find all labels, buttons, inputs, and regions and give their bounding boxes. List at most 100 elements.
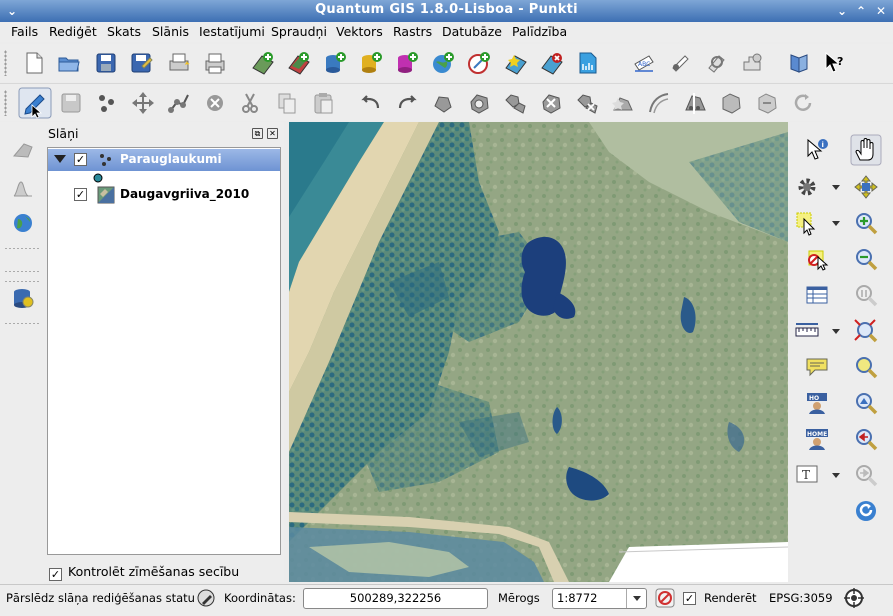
database-icon[interactable]	[10, 285, 36, 311]
zoom-last-icon[interactable]	[853, 426, 879, 452]
merge-selected-icon[interactable]	[718, 90, 744, 116]
redo-icon[interactable]	[394, 90, 420, 116]
menu-plugins[interactable]: Spraudņi	[271, 24, 327, 39]
spell-check-icon[interactable]: ABC	[631, 50, 657, 76]
identify-features-icon[interactable]: i	[804, 136, 830, 162]
zoom-to-selection-icon[interactable]	[853, 390, 879, 416]
show-bookmarks-icon[interactable]: HOME	[804, 426, 830, 452]
menu-file[interactable]: Fails	[11, 24, 38, 39]
reshape-features-icon[interactable]	[610, 90, 636, 116]
add-wfs-layer-icon[interactable]	[466, 50, 492, 76]
digitize-icon[interactable]	[10, 136, 36, 162]
zoom-full-icon[interactable]	[853, 318, 879, 344]
delete-ring-icon[interactable]	[538, 90, 564, 116]
menu-settings[interactable]: Iestatījumi	[199, 24, 265, 39]
new-gpx-layer-icon[interactable]	[575, 50, 601, 76]
menu-help[interactable]: Palīdzība	[512, 24, 567, 39]
undo-icon[interactable]	[358, 90, 384, 116]
add-feature-icon[interactable]	[94, 90, 120, 116]
coordinates-field[interactable]: 500289,322256	[303, 588, 488, 609]
render-checkbox[interactable]: ✓	[683, 592, 696, 605]
open-project-icon[interactable]	[56, 50, 82, 76]
stop-render-icon[interactable]	[655, 588, 675, 608]
add-mssql-layer-icon[interactable]	[394, 50, 420, 76]
save-as-icon[interactable]	[128, 50, 154, 76]
map-canvas[interactable]	[289, 122, 788, 582]
control-render-order[interactable]: ✓ Kontrolēt zīmēšanas secību	[49, 564, 239, 581]
toolbar-grip[interactable]	[4, 90, 7, 116]
add-wms-layer-icon[interactable]	[430, 50, 456, 76]
menu-layer[interactable]: Slānis	[152, 24, 189, 39]
pan-to-selection-icon[interactable]	[853, 174, 879, 200]
plugin-manager-icon[interactable]	[739, 50, 765, 76]
zoom-in-icon[interactable]	[853, 210, 879, 236]
scale-combobox[interactable]: 1:8772	[552, 588, 647, 609]
scale-dropdown-button[interactable]	[626, 589, 646, 608]
measure-line-icon[interactable]	[794, 318, 820, 344]
select-features-icon[interactable]	[794, 210, 820, 236]
cut-features-icon[interactable]	[238, 90, 264, 116]
dropdown-arrow-icon[interactable]	[832, 185, 840, 190]
dropdown-arrow-icon[interactable]	[832, 329, 840, 334]
copy-features-icon[interactable]	[274, 90, 300, 116]
add-vector-layer-icon[interactable]	[250, 50, 276, 76]
menu-edit[interactable]: Rediģēt	[49, 24, 97, 39]
close-panel-icon[interactable]: ✕	[267, 128, 278, 139]
toolbar-grip[interactable]	[4, 50, 7, 76]
zoom-to-layer-icon[interactable]	[853, 354, 879, 380]
expand-arrow-icon[interactable]	[54, 155, 66, 163]
menu-vector[interactable]: Vektors	[336, 24, 383, 39]
print-icon[interactable]	[202, 50, 228, 76]
save-project-icon[interactable]	[93, 50, 119, 76]
maximize-icon[interactable]: ⌃	[853, 3, 869, 19]
menu-view[interactable]: Skats	[107, 24, 141, 39]
gear-icon[interactable]	[794, 174, 820, 200]
histogram-icon[interactable]	[10, 174, 36, 200]
globe-icon[interactable]	[10, 210, 36, 236]
attribute-table-icon[interactable]	[804, 282, 830, 308]
menu-raster[interactable]: Rastrs	[393, 24, 432, 39]
node-tool-icon[interactable]	[166, 90, 192, 116]
delete-selected-icon[interactable]	[202, 90, 228, 116]
simplify-feature-icon[interactable]	[430, 90, 456, 116]
zoom-out-icon[interactable]	[853, 246, 879, 272]
add-spatialite-layer-icon[interactable]	[358, 50, 384, 76]
new-shapefile-layer-icon[interactable]	[503, 50, 529, 76]
dropdown-arrow-icon[interactable]	[832, 473, 840, 478]
delete-part-icon[interactable]	[574, 90, 600, 116]
close-icon[interactable]: ✕	[873, 3, 889, 19]
toggle-editing-icon[interactable]	[18, 87, 52, 119]
crs-status-icon[interactable]	[844, 587, 864, 609]
menu-database[interactable]: Datubāze	[442, 24, 502, 39]
paste-features-icon[interactable]	[310, 90, 336, 116]
float-panel-icon[interactable]: ⧉	[252, 128, 263, 139]
refresh-icon[interactable]	[853, 498, 879, 524]
merge-attributes-icon[interactable]	[754, 90, 780, 116]
split-features-icon[interactable]	[682, 90, 708, 116]
remove-layer-icon[interactable]	[539, 50, 565, 76]
dropdown-arrow-icon[interactable]	[832, 221, 840, 226]
measure-tool-icon[interactable]	[667, 50, 693, 76]
help-contents-icon[interactable]	[786, 50, 812, 76]
layer-row-daugavgriiva[interactable]: ✓ Daugavgriiva_2010	[48, 184, 280, 206]
offset-curve-icon[interactable]	[646, 90, 672, 116]
zoom-actual-size-icon[interactable]	[853, 282, 879, 308]
new-bookmark-icon[interactable]: HO	[804, 390, 830, 416]
map-tips-icon[interactable]	[804, 354, 830, 380]
crs-label[interactable]: EPSG:3059	[769, 591, 833, 605]
deselect-features-icon[interactable]	[804, 246, 830, 272]
whats-this-icon[interactable]: ?	[822, 50, 848, 76]
layer-visibility-checkbox[interactable]: ✓	[74, 188, 87, 201]
layer-visibility-checkbox[interactable]: ✓	[74, 153, 87, 166]
plugin-settings-icon[interactable]	[703, 50, 729, 76]
zoom-next-icon[interactable]	[853, 462, 879, 488]
new-project-icon[interactable]	[21, 50, 47, 76]
add-postgis-layer-icon[interactable]	[322, 50, 348, 76]
add-raster-layer-icon[interactable]	[286, 50, 312, 76]
print-composer-icon[interactable]	[166, 50, 192, 76]
text-annotation-icon[interactable]: T	[794, 462, 820, 488]
render-order-checkbox[interactable]: ✓	[49, 568, 62, 581]
pan-map-icon[interactable]	[850, 134, 882, 166]
layer-row-parauglaukumi[interactable]: ✓ Parauglaukumi	[48, 149, 280, 171]
minimize-icon[interactable]: ⌄	[834, 3, 850, 19]
